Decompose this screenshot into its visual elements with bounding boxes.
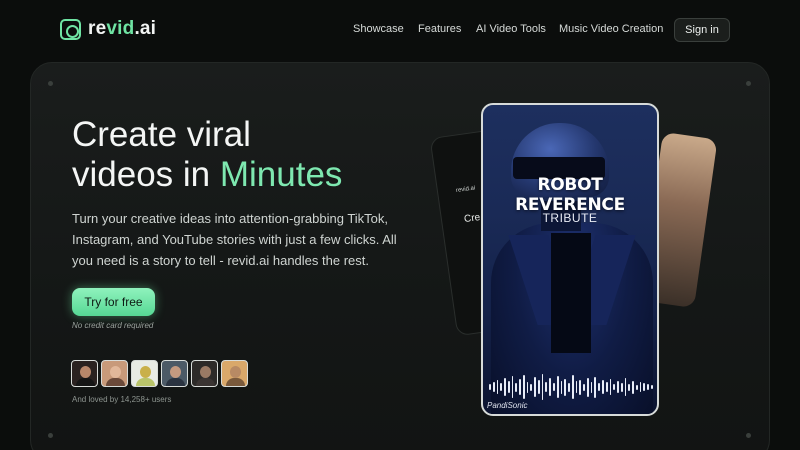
video-subtitle: TRIBUTE — [542, 211, 598, 225]
video-preview-card[interactable]: ROBOT REVERENCE TRIBUTE PandiSonic — [481, 103, 659, 416]
waveform-bar — [635, 384, 638, 390]
avatar — [191, 360, 218, 387]
waveform-bar — [583, 383, 585, 391]
waveform-bar — [632, 380, 634, 394]
headline-accent: Minutes — [219, 155, 343, 194]
figure-shirt — [551, 233, 591, 353]
waveform-bar — [515, 382, 518, 392]
waveform-bar — [613, 384, 616, 390]
waveform-bar — [650, 385, 653, 389]
corner-dot — [48, 433, 53, 438]
waveform-bar — [598, 383, 600, 391]
headline-line1: Create viral — [72, 115, 251, 154]
avatar — [161, 360, 188, 387]
hero-headline: Create viral videos in Minutes — [72, 115, 392, 195]
corner-dot — [48, 81, 53, 86]
waveform-bar — [537, 380, 540, 394]
nav-link-ai-video-tools[interactable]: AI Video Tools — [476, 23, 546, 35]
avatar — [221, 360, 248, 387]
user-avatars — [71, 360, 248, 387]
brand-watermark: PandiSonic — [487, 401, 528, 410]
corner-dot — [746, 433, 751, 438]
logo[interactable]: revid.ai — [60, 18, 156, 40]
waveform-bar — [511, 376, 514, 398]
waveform-bar — [628, 383, 631, 391]
waveform-bar — [560, 380, 563, 394]
nav-link-music-video-creation[interactable]: Music Video Creation — [559, 23, 663, 35]
waveform-bar — [564, 378, 567, 396]
logo-text: revid.ai — [88, 18, 156, 40]
waveform-bar — [575, 381, 578, 393]
waveform-bar — [504, 378, 506, 396]
user-count-text: And loved by 14,258+ users — [72, 395, 172, 404]
waveform-bar — [496, 380, 499, 394]
waveform-bar — [530, 383, 533, 391]
waveform-bar — [643, 383, 646, 391]
waveform-bar — [489, 384, 491, 390]
hero-card: Create viral videos in Minutes Turn your… — [30, 62, 770, 450]
waveform-bar — [639, 382, 642, 392]
no-credit-card-note: No credit card required — [72, 321, 154, 330]
waveform-bar — [500, 383, 503, 391]
corner-dot — [746, 81, 751, 86]
waveform-bar — [624, 378, 627, 396]
try-for-free-button[interactable]: Try for free — [72, 288, 155, 316]
waveform-bar — [609, 379, 612, 395]
audio-waveform — [489, 373, 653, 401]
waveform-bar — [545, 382, 548, 392]
video-title: ROBOT REVERENCE — [515, 175, 625, 215]
logo-text-prefix: re — [88, 18, 107, 39]
top-nav: revid.ai Showcase Features AI Video Tool… — [0, 0, 800, 60]
waveform-bar — [519, 379, 521, 395]
waveform-bar — [534, 377, 536, 397]
waveform-bar — [526, 381, 529, 393]
waveform-bar — [579, 379, 582, 395]
waveform-bar — [522, 375, 525, 399]
mini-logo-text: revid.ai — [455, 185, 476, 195]
waveform-bar — [590, 381, 593, 393]
logo-text-accent: vid — [106, 18, 135, 39]
waveform-bar — [620, 382, 623, 392]
waveform-bar — [594, 376, 597, 398]
waveform-bar — [605, 382, 608, 392]
waveform-bar — [601, 380, 604, 394]
waveform-bar — [568, 382, 570, 392]
waveform-bar — [556, 376, 559, 398]
logo-text-suffix: .ai — [134, 18, 157, 39]
nav-link-features[interactable]: Features — [418, 23, 461, 35]
headline-line2: videos in — [72, 155, 220, 194]
avatar — [71, 360, 98, 387]
avatar — [101, 360, 128, 387]
avatar — [131, 360, 158, 387]
waveform-bar — [541, 374, 544, 400]
waveform-bar — [507, 381, 510, 393]
hero-subtext: Turn your creative ideas into attention-… — [72, 211, 397, 268]
waveform-bar — [647, 384, 649, 390]
waveform-bar — [617, 381, 619, 393]
waveform-bar — [553, 383, 555, 391]
waveform-bar — [571, 375, 574, 399]
waveform-bar — [492, 382, 495, 392]
sign-in-button[interactable]: Sign in — [674, 18, 730, 42]
nav-link-showcase[interactable]: Showcase — [353, 23, 404, 35]
waveform-bar — [549, 378, 552, 396]
logo-icon — [60, 18, 81, 40]
waveform-bar — [586, 377, 589, 397]
